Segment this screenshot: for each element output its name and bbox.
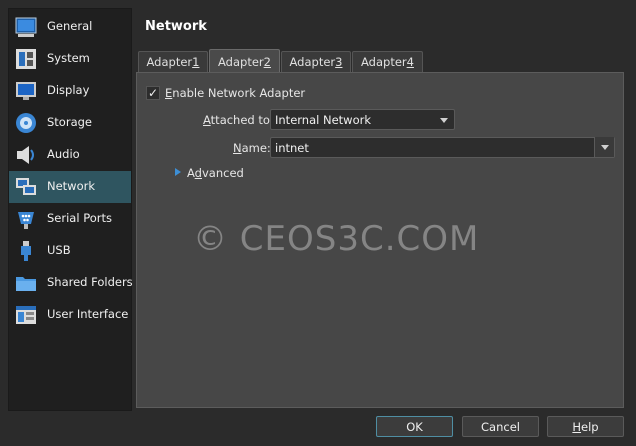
sidebar-item-label: General bbox=[47, 19, 93, 33]
watermark: © CEOS3C.COM bbox=[193, 219, 480, 259]
name-label-text: ame: bbox=[241, 141, 271, 155]
general-icon bbox=[15, 16, 37, 38]
sidebar-item-label: Serial Ports bbox=[47, 211, 112, 225]
name-combobox[interactable]: intnet bbox=[270, 137, 615, 158]
attached-to-value: Internal Network bbox=[275, 113, 371, 127]
audio-icon bbox=[15, 144, 37, 166]
attached-to-label: Attached to: bbox=[203, 113, 274, 127]
attached-to-dropdown[interactable]: Internal Network bbox=[270, 109, 455, 130]
ok-button[interactable]: OK bbox=[376, 416, 453, 437]
tab-label: Adapter bbox=[289, 55, 336, 69]
page-title: Network bbox=[145, 19, 207, 34]
sidebar-item-storage[interactable]: Storage bbox=[9, 107, 131, 139]
attached-label-mnemonic: A bbox=[203, 113, 211, 127]
usb-icon bbox=[15, 240, 37, 262]
tab-number: 1 bbox=[192, 55, 200, 69]
tab-label: Adapter bbox=[361, 55, 407, 69]
sidebar-item-serial-ports[interactable]: Serial Ports bbox=[9, 203, 131, 235]
sidebar-item-display[interactable]: Display bbox=[9, 75, 131, 107]
display-icon bbox=[15, 80, 37, 102]
tab-label: Adapter bbox=[146, 55, 193, 69]
tab-adapter-4[interactable]: Adapter 4 bbox=[352, 51, 423, 72]
enable-adapter-checkbox[interactable]: ✓ bbox=[146, 86, 160, 100]
name-value: intnet bbox=[275, 141, 309, 155]
tab-adapter-2[interactable]: Adapter 2 bbox=[209, 49, 280, 73]
serial-ports-icon bbox=[15, 208, 37, 230]
system-icon bbox=[15, 48, 37, 70]
sidebar-item-general[interactable]: General bbox=[9, 11, 131, 43]
cancel-button[interactable]: Cancel bbox=[462, 416, 539, 437]
storage-icon bbox=[15, 112, 37, 134]
sidebar-item-label: Audio bbox=[47, 147, 80, 161]
sidebar-item-label: Storage bbox=[47, 115, 92, 129]
sidebar-item-label: Network bbox=[47, 179, 96, 193]
sidebar-item-shared-folders[interactable]: Shared Folders bbox=[9, 267, 133, 299]
shared-folders-icon bbox=[15, 272, 37, 294]
chevron-down-icon bbox=[440, 118, 448, 123]
tab-adapter-1[interactable]: Adapter 1 bbox=[138, 51, 208, 72]
settings-sidebar: General System Display Storage Audio Net… bbox=[8, 8, 133, 411]
help-mnemonic: H bbox=[572, 419, 582, 434]
name-label-mnemonic: N bbox=[233, 141, 242, 155]
tab-number: 4 bbox=[406, 55, 414, 69]
tab-number: 2 bbox=[263, 54, 271, 69]
advanced-label-mnemonic: d bbox=[194, 166, 202, 180]
tab-adapter-3[interactable]: Adapter 3 bbox=[281, 51, 351, 72]
advanced-label-prefix: A bbox=[187, 166, 195, 180]
help-button[interactable]: Help bbox=[547, 416, 624, 437]
advanced-label-text: vanced bbox=[201, 166, 244, 180]
advanced-toggle[interactable]: Advanced bbox=[175, 166, 244, 180]
tab-label: Adapter bbox=[218, 54, 264, 69]
sidebar-item-usb[interactable]: USB bbox=[9, 235, 131, 267]
tab-number: 3 bbox=[335, 55, 343, 69]
sidebar-item-label: User Interface bbox=[47, 307, 129, 321]
enable-adapter-label[interactable]: Enable Network Adapter bbox=[165, 86, 305, 100]
help-label-text: elp bbox=[581, 419, 599, 434]
sidebar-item-network[interactable]: Network bbox=[9, 171, 131, 203]
name-label: Name: bbox=[233, 141, 271, 155]
attached-label-text: ttached to: bbox=[210, 113, 274, 127]
network-icon bbox=[15, 176, 37, 198]
sidebar-item-audio[interactable]: Audio bbox=[9, 139, 131, 171]
user-interface-icon bbox=[15, 304, 37, 326]
sidebar-item-label: System bbox=[47, 51, 90, 65]
name-dropdown-button[interactable] bbox=[594, 137, 614, 157]
chevron-down-icon bbox=[601, 145, 609, 150]
sidebar-item-label: Shared Folders bbox=[47, 275, 133, 289]
sidebar-item-label: Display bbox=[47, 83, 90, 97]
expand-arrow-icon bbox=[175, 168, 181, 176]
sidebar-item-user-interface[interactable]: User Interface bbox=[9, 299, 131, 331]
sidebar-item-system[interactable]: System bbox=[9, 43, 131, 75]
sidebar-item-label: USB bbox=[47, 243, 71, 257]
enable-label-text: nable Network Adapter bbox=[172, 86, 306, 100]
